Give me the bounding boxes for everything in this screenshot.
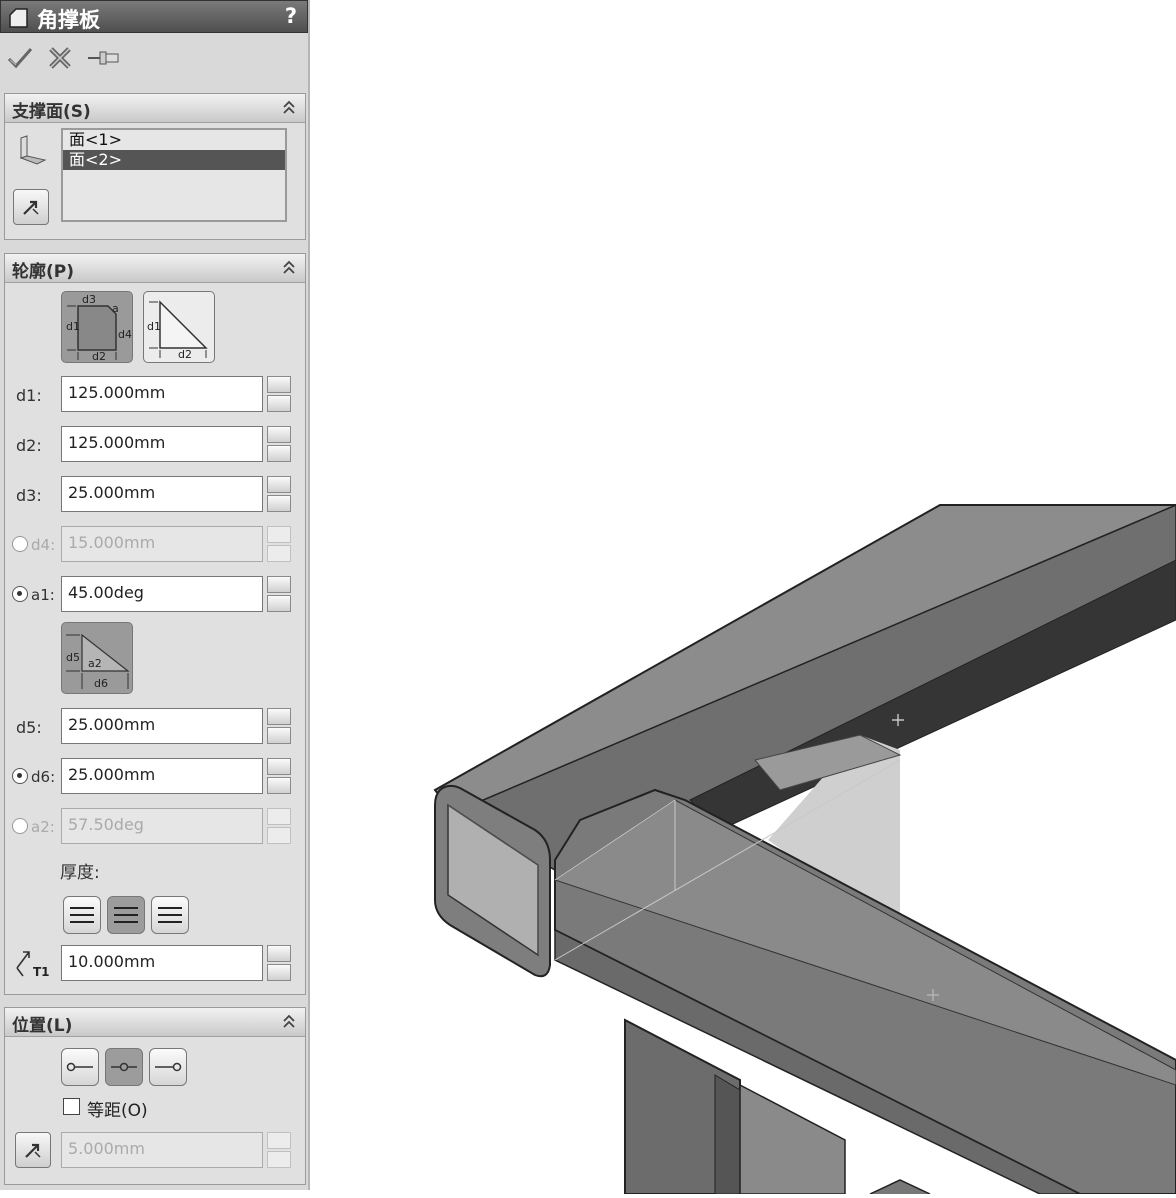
d6-spinner[interactable] bbox=[267, 758, 291, 794]
t1-symbol: T1 bbox=[33, 965, 50, 979]
reverse-arrows-icon bbox=[25, 1143, 41, 1158]
a1-label: a1: bbox=[31, 586, 55, 604]
support-faces-title: 支撑面(S) bbox=[12, 102, 91, 122]
profile-group: 轮廓(P) d1 d2 d3 d4 a d1 d2 d1: 125.000mm … bbox=[4, 253, 306, 995]
triangular-profile-button[interactable]: d1 d2 bbox=[143, 291, 215, 363]
d4-spinner bbox=[267, 526, 291, 562]
position-title: 位置(L) bbox=[12, 1016, 73, 1036]
d2-label: d2: bbox=[16, 436, 42, 455]
a1-spinner[interactable] bbox=[267, 576, 291, 612]
a-label: a bbox=[112, 302, 119, 315]
reverse-arrows-icon bbox=[23, 200, 39, 215]
a2-spinner bbox=[267, 808, 291, 844]
d4-label: d4 bbox=[118, 328, 132, 341]
d3-label: d3: bbox=[16, 486, 42, 505]
panel-title-bar: 角撑板 ? bbox=[0, 0, 308, 33]
collapse-chevron-icon[interactable] bbox=[281, 1012, 297, 1030]
d4-input: 15.000mm bbox=[61, 526, 263, 562]
d1-spinner[interactable] bbox=[267, 376, 291, 412]
chamfered-profile-icon: d1 d2 d3 d4 a bbox=[66, 293, 132, 362]
reverse-direction-button[interactable] bbox=[13, 189, 49, 225]
d2-spinner[interactable] bbox=[267, 426, 291, 462]
position-header[interactable]: 位置(L) bbox=[5, 1008, 305, 1037]
d1-input[interactable]: 125.000mm bbox=[61, 376, 263, 412]
a2-input: 57.50deg bbox=[61, 808, 263, 844]
d4-label: d4: bbox=[31, 536, 56, 554]
d5-label: d5 bbox=[66, 651, 80, 664]
graphics-viewport[interactable] bbox=[312, 0, 1176, 1195]
d4-radio[interactable] bbox=[12, 536, 28, 552]
triangular-profile-icon: d1 d2 bbox=[147, 300, 208, 361]
d3-input[interactable]: 25.000mm bbox=[61, 476, 263, 512]
gusset-property-manager: 角撑板 ? 支撑面(S) 面<1> 面<2> 轮廓(P) d1 d2 d3 d4… bbox=[0, 0, 310, 1190]
d2-label: d2 bbox=[178, 348, 192, 361]
a1-input[interactable]: 45.00deg bbox=[61, 576, 263, 612]
support-faces-group: 支撑面(S) 面<1> 面<2> bbox=[4, 93, 306, 240]
offset-distance-input: 5.000mm bbox=[61, 1132, 263, 1168]
profile-title: 轮廓(P) bbox=[12, 262, 74, 282]
position-group: 位置(L) 等距(O) 5.000mm bbox=[4, 1007, 306, 1185]
a2-radio[interactable] bbox=[12, 818, 28, 834]
profile-header[interactable]: 轮廓(P) bbox=[5, 254, 305, 283]
d1-label: d1 bbox=[66, 320, 80, 333]
panel-title: 角撑板 bbox=[37, 8, 100, 32]
thickness-one-side-icon bbox=[70, 907, 94, 923]
pushpin-icon[interactable] bbox=[86, 44, 120, 72]
thickness-other-side-button[interactable] bbox=[151, 896, 189, 934]
t1-thickness-input[interactable]: 10.000mm bbox=[61, 945, 263, 981]
a2-label: a2: bbox=[31, 818, 55, 836]
d5-label: d5: bbox=[16, 718, 42, 737]
support-faces-header[interactable]: 支撑面(S) bbox=[5, 94, 305, 123]
offset-reverse-button[interactable] bbox=[15, 1132, 51, 1168]
a1-radio[interactable] bbox=[12, 586, 28, 602]
a2-label: a2 bbox=[88, 657, 102, 670]
offset-checkbox[interactable] bbox=[63, 1098, 80, 1115]
location-end-icon bbox=[155, 1062, 182, 1072]
location-end-button[interactable] bbox=[149, 1048, 187, 1086]
face-list-item[interactable]: 面<1> bbox=[63, 130, 285, 150]
d6-label: d6 bbox=[94, 677, 108, 690]
thickness-one-side-button[interactable] bbox=[63, 896, 101, 934]
d1-label: d1: bbox=[16, 386, 42, 405]
face-list-item-selected[interactable]: 面<2> bbox=[63, 150, 285, 170]
chamfer-profile-icon: d5 a2 d6 bbox=[66, 633, 130, 690]
face-selection-icon bbox=[19, 135, 47, 165]
offset-label: 等距(O) bbox=[87, 1101, 148, 1121]
collapse-chevron-icon[interactable] bbox=[281, 98, 297, 116]
d2-input[interactable]: 125.000mm bbox=[61, 426, 263, 462]
thickness-label: 厚度: bbox=[60, 863, 100, 883]
thickness-symmetric-button[interactable] bbox=[107, 896, 145, 934]
d6-label: d6: bbox=[31, 768, 56, 786]
d6-input[interactable]: 25.000mm bbox=[61, 758, 263, 794]
collapse-chevron-icon[interactable] bbox=[281, 258, 297, 276]
checkmark-icon[interactable] bbox=[6, 44, 34, 72]
cancel-x-icon[interactable] bbox=[46, 44, 74, 72]
help-icon[interactable]: ? bbox=[285, 4, 297, 28]
d5-spinner[interactable] bbox=[267, 708, 291, 744]
support-faces-list[interactable]: 面<1> 面<2> bbox=[61, 128, 287, 222]
d6-radio[interactable] bbox=[12, 768, 28, 784]
tube-frame-model bbox=[433, 504, 1176, 1195]
d3-label: d3 bbox=[82, 293, 96, 306]
location-start-icon bbox=[66, 1062, 93, 1072]
thickness-symmetric-icon bbox=[114, 907, 138, 923]
gusset-feature-icon bbox=[9, 8, 28, 28]
d3-spinner[interactable] bbox=[267, 476, 291, 512]
location-start-button[interactable] bbox=[61, 1048, 99, 1086]
t1-spinner[interactable] bbox=[267, 945, 291, 981]
chamfer-type-button[interactable]: d5 a2 d6 bbox=[61, 622, 133, 694]
thickness-other-side-icon bbox=[158, 907, 182, 923]
d5-input[interactable]: 25.000mm bbox=[61, 708, 263, 744]
thickness-t1-icon: T1 bbox=[16, 951, 50, 979]
location-middle-button[interactable] bbox=[105, 1048, 143, 1086]
offset-spinner bbox=[267, 1132, 291, 1168]
d1-label: d1 bbox=[147, 320, 161, 333]
location-middle-icon bbox=[111, 1062, 137, 1072]
d2-label: d2 bbox=[92, 350, 106, 362]
chamfered-profile-button[interactable]: d1 d2 d3 d4 a bbox=[61, 291, 133, 363]
